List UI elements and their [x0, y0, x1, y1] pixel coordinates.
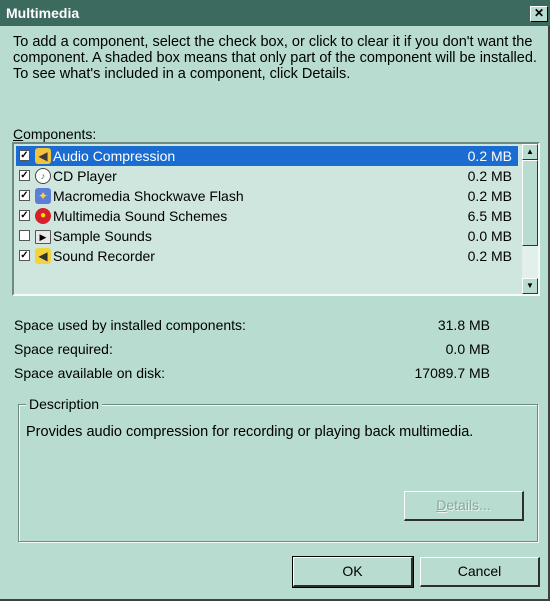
cancel-button[interactable]: Cancel — [420, 557, 540, 587]
ok-button[interactable]: OK — [292, 556, 414, 588]
space-required-label: Space required: — [14, 341, 113, 357]
title-bar[interactable]: Multimedia ✕ — [0, 0, 550, 26]
item-label: Sample Sounds — [53, 228, 152, 244]
sound-schemes-icon: ● — [35, 208, 51, 224]
item-label: CD Player — [53, 168, 117, 184]
item-size: 0.2 MB — [467, 168, 512, 184]
list-item-multimedia-sound-schemes[interactable]: ✓ ● Multimedia Sound Schemes 6.5 MB — [16, 206, 518, 226]
item-size: 0.2 MB — [467, 188, 512, 204]
checkbox[interactable] — [19, 230, 30, 241]
description-title: Description — [26, 396, 103, 412]
space-available-label: Space available on disk: — [14, 365, 165, 381]
scroll-up-arrow-icon[interactable]: ▲ — [522, 144, 538, 160]
checkbox[interactable]: ✓ — [19, 150, 30, 161]
list-item-macromedia-shockwave-flash[interactable]: ✓ ✦ Macromedia Shockwave Flash 0.2 MB — [16, 186, 518, 206]
checkbox[interactable]: ✓ — [19, 190, 30, 201]
scroll-thumb[interactable] — [522, 160, 538, 246]
list-item-sound-recorder[interactable]: ✓ ◀ Sound Recorder 0.2 MB — [16, 246, 518, 266]
components-list[interactable]: ✓ ◀ Audio Compression 0.2 MB ✓ ♪ CD Play… — [12, 142, 540, 296]
item-size: 6.5 MB — [467, 208, 512, 224]
item-size: 0.2 MB — [467, 248, 512, 264]
cd-player-icon: ♪ — [35, 168, 51, 184]
checkbox[interactable]: ✓ — [19, 250, 30, 261]
space-used-value: 31.8 MB — [437, 317, 490, 333]
shockwave-flash-icon: ✦ — [35, 188, 51, 204]
details-button[interactable]: Details... — [404, 491, 524, 521]
item-label: Macromedia Shockwave Flash — [53, 188, 244, 204]
checkbox[interactable]: ✓ — [19, 170, 30, 181]
item-size: 0.2 MB — [467, 148, 512, 164]
list-scrollbar[interactable]: ▲ ▼ — [522, 144, 538, 294]
window-title: Multimedia — [6, 5, 80, 21]
space-available-value: 17089.7 MB — [414, 365, 491, 381]
description-text: Provides audio compression for recording… — [26, 424, 474, 440]
instructions-text: To add a component, select the check box… — [13, 34, 537, 82]
item-label: Audio Compression — [53, 148, 176, 164]
scroll-down-arrow-icon[interactable]: ▼ — [522, 278, 538, 294]
checkbox[interactable]: ✓ — [19, 210, 30, 221]
space-required-value: 0.0 MB — [445, 341, 490, 357]
item-size: 0.0 MB — [467, 228, 512, 244]
item-label: Sound Recorder — [53, 248, 155, 264]
audio-compression-icon: ◀ — [35, 148, 51, 164]
sound-recorder-icon: ◀ — [35, 248, 51, 264]
multimedia-dialog: Multimedia ✕ To add a component, select … — [0, 0, 550, 601]
close-icon: ✕ — [533, 6, 545, 20]
sample-sounds-icon: ▶ — [35, 230, 51, 244]
components-label: Components: — [13, 126, 97, 142]
space-used-label: Space used by installed components: — [14, 317, 246, 333]
close-button[interactable]: ✕ — [530, 6, 548, 22]
list-item-cd-player[interactable]: ✓ ♪ CD Player 0.2 MB — [16, 166, 518, 186]
item-label: Multimedia Sound Schemes — [53, 208, 228, 224]
list-item-audio-compression[interactable]: ✓ ◀ Audio Compression 0.2 MB — [16, 146, 518, 166]
list-item-sample-sounds[interactable]: ▶ Sample Sounds 0.0 MB — [16, 226, 518, 246]
